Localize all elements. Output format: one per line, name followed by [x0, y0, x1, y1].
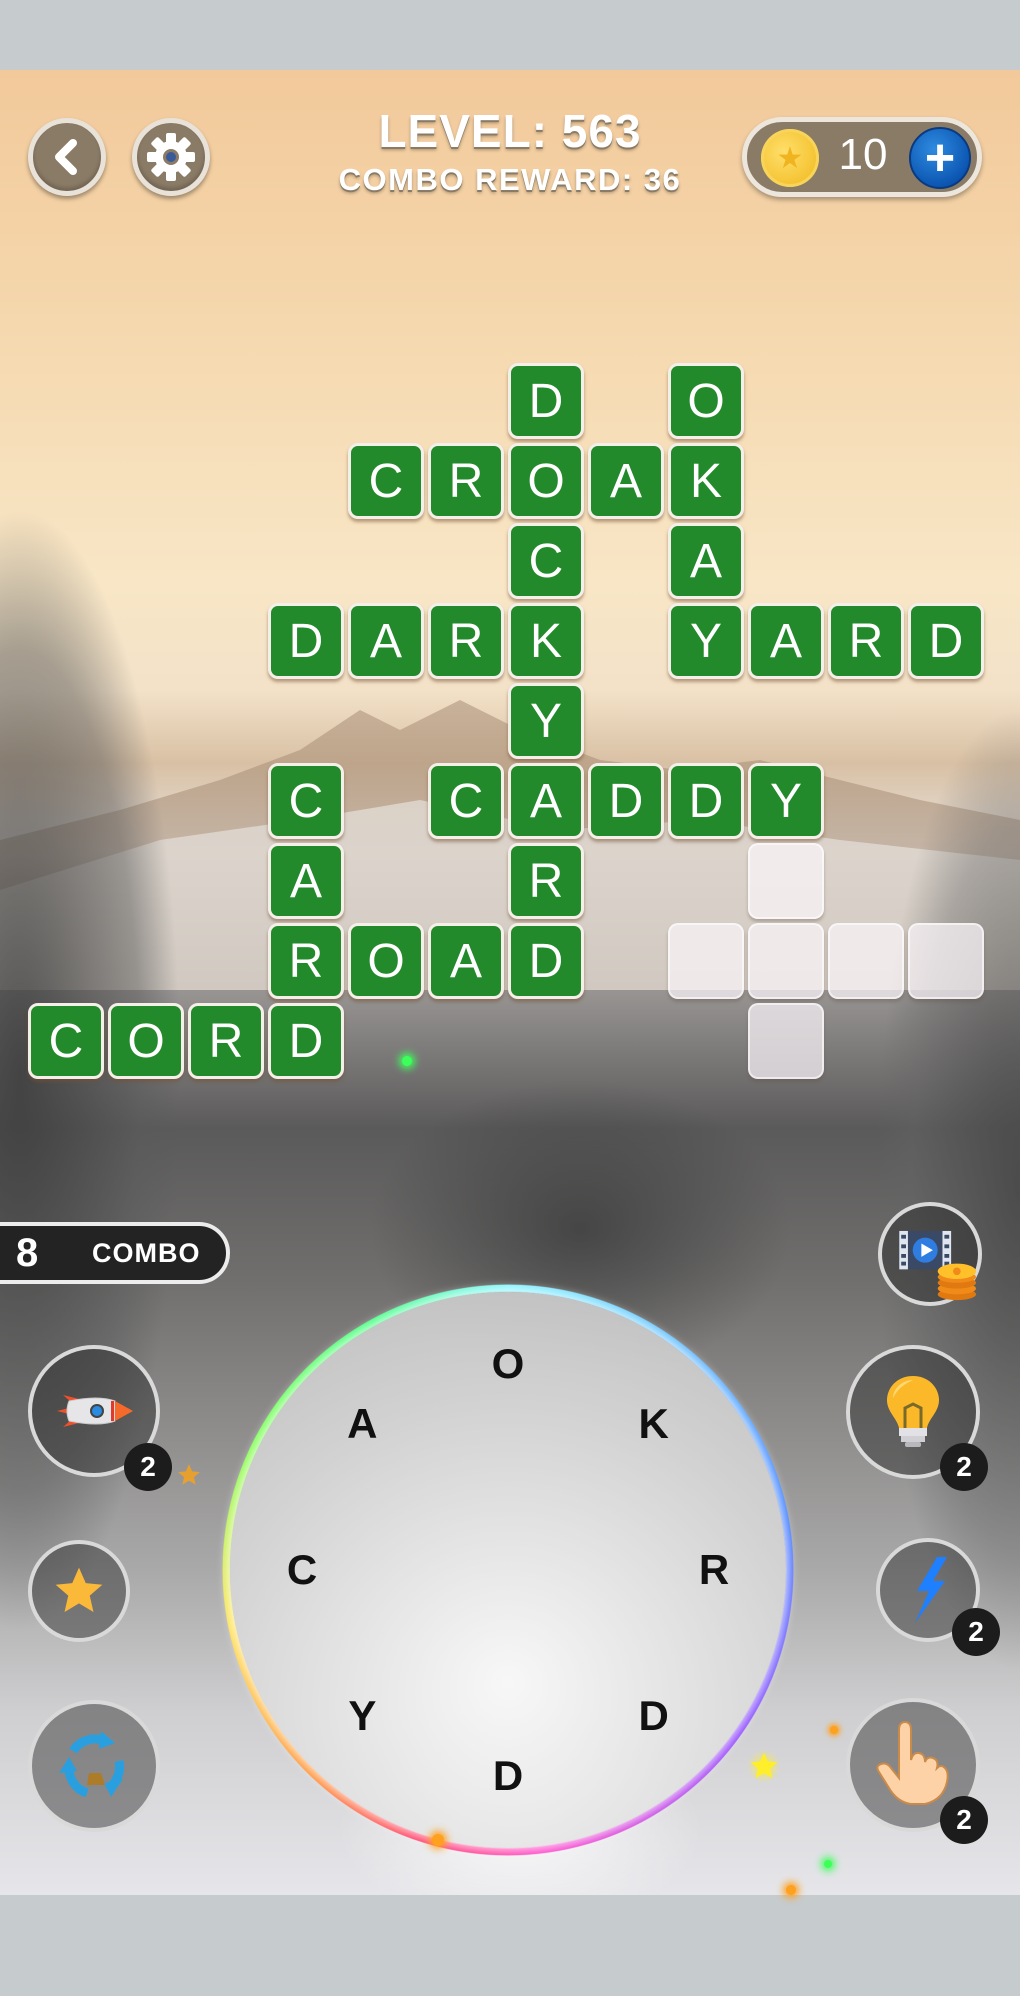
- sparkle: [830, 1726, 838, 1734]
- watch-video-button[interactable]: [878, 1202, 982, 1306]
- grid-tile-solved: O: [668, 363, 744, 439]
- sparkle: [432, 1834, 444, 1846]
- grid-tile-solved: D: [908, 603, 984, 679]
- chevron-left-icon: [55, 139, 77, 175]
- hint-button[interactable]: 2: [846, 1345, 988, 1491]
- lightbulb-icon: [887, 1376, 939, 1447]
- wheel-letter[interactable]: A: [332, 1394, 392, 1454]
- rocket-icon: [57, 1395, 133, 1427]
- grid-tile-solved: R: [428, 603, 504, 679]
- star-sparkle-icon: [178, 1464, 200, 1485]
- finger-count-badge: 2: [940, 1796, 988, 1844]
- combo-reward-label: COMBO REWARD: 36: [338, 162, 682, 197]
- gear-icon: [147, 133, 195, 181]
- hint-count-badge: 2: [940, 1443, 988, 1491]
- grid-tile-solved: R: [428, 443, 504, 519]
- grid-tile-solved: R: [828, 603, 904, 679]
- grid-tile-solved: R: [508, 843, 584, 919]
- combo-badge: 8 COMBO: [0, 1222, 230, 1284]
- grid-tile-empty: [668, 923, 744, 999]
- grid-tile-solved: Y: [748, 763, 824, 839]
- grid-tile-empty: [748, 923, 824, 999]
- video-coins-icon: [899, 1230, 977, 1301]
- star-booster-button[interactable]: [28, 1540, 130, 1642]
- grid-tile-solved: A: [748, 603, 824, 679]
- grid-tile-empty: [908, 923, 984, 999]
- grid-tile-solved: Y: [668, 603, 744, 679]
- lightning-booster-button[interactable]: 2: [876, 1538, 1000, 1656]
- sparkle: [402, 1056, 412, 1066]
- sparkle: [824, 1860, 832, 1868]
- grid-tile-solved: C: [348, 443, 424, 519]
- grid-tile-solved: C: [508, 523, 584, 599]
- grid-tile-solved: D: [268, 1003, 344, 1079]
- grid-tile-empty: [748, 843, 824, 919]
- combo-label: COMBO: [92, 1237, 201, 1268]
- grid-tile-solved: A: [268, 843, 344, 919]
- rocket-count-badge: 2: [124, 1443, 172, 1491]
- wheel-letter[interactable]: Y: [332, 1686, 392, 1746]
- coin-count: 10: [838, 130, 888, 179]
- sparkle: [786, 1885, 796, 1895]
- grid-tile-solved: R: [268, 923, 344, 999]
- shuffle-icon: [59, 1731, 125, 1798]
- finger-hint-button[interactable]: 2: [846, 1698, 988, 1844]
- pointing-finger-icon: [876, 1720, 949, 1805]
- grid-tile-solved: A: [348, 603, 424, 679]
- grid-tile-solved: K: [508, 603, 584, 679]
- combo-count: 8: [16, 1230, 39, 1275]
- grid-tile-solved: D: [588, 763, 664, 839]
- grid-tile-solved: R: [188, 1003, 264, 1079]
- grid-tile-solved: C: [428, 763, 504, 839]
- grid-tile-solved: D: [268, 603, 344, 679]
- grid-tile-solved: A: [668, 523, 744, 599]
- back-button[interactable]: [28, 118, 106, 196]
- wheel-letter[interactable]: C: [272, 1540, 332, 1600]
- star-sparkle-icon: [750, 1752, 778, 1778]
- wheel-letter[interactable]: R: [684, 1540, 744, 1600]
- grid-tile-solved: D: [668, 763, 744, 839]
- grid-tile-empty: [748, 1003, 824, 1079]
- add-coins-button[interactable]: +: [909, 127, 971, 189]
- grid-tile-solved: A: [508, 763, 584, 839]
- grid-tile-solved: A: [428, 923, 504, 999]
- grid-tile-solved: O: [348, 923, 424, 999]
- lightning-count-badge: 2: [952, 1608, 1000, 1656]
- star-icon: [55, 1567, 103, 1612]
- coin-balance: ★ 10 +: [742, 117, 982, 197]
- settings-button[interactable]: [132, 118, 210, 196]
- grid-tile-empty: [828, 923, 904, 999]
- level-title: LEVEL: 563: [378, 105, 642, 157]
- grid-tile-solved: D: [508, 363, 584, 439]
- wheel-letter[interactable]: D: [624, 1686, 684, 1746]
- plus-icon: +: [924, 129, 956, 187]
- shuffle-button[interactable]: [28, 1700, 160, 1832]
- grid-tile-solved: O: [108, 1003, 184, 1079]
- wheel-letter[interactable]: O: [478, 1334, 538, 1394]
- level-header: LEVEL: 563 COMBO REWARD: 36: [260, 104, 760, 198]
- grid-tile-solved: C: [268, 763, 344, 839]
- grid-tile-solved: A: [588, 443, 664, 519]
- grid-tile-solved: O: [508, 443, 584, 519]
- rocket-booster-button[interactable]: 2: [28, 1345, 172, 1491]
- lightning-icon: [915, 1557, 947, 1623]
- wheel-letter[interactable]: K: [624, 1394, 684, 1454]
- wheel-letter[interactable]: D: [478, 1746, 538, 1806]
- grid-tile-solved: K: [668, 443, 744, 519]
- star-coin-icon: ★: [761, 129, 819, 187]
- grid-tile-solved: D: [508, 923, 584, 999]
- grid-tile-solved: C: [28, 1003, 104, 1079]
- grid-tile-solved: Y: [508, 683, 584, 759]
